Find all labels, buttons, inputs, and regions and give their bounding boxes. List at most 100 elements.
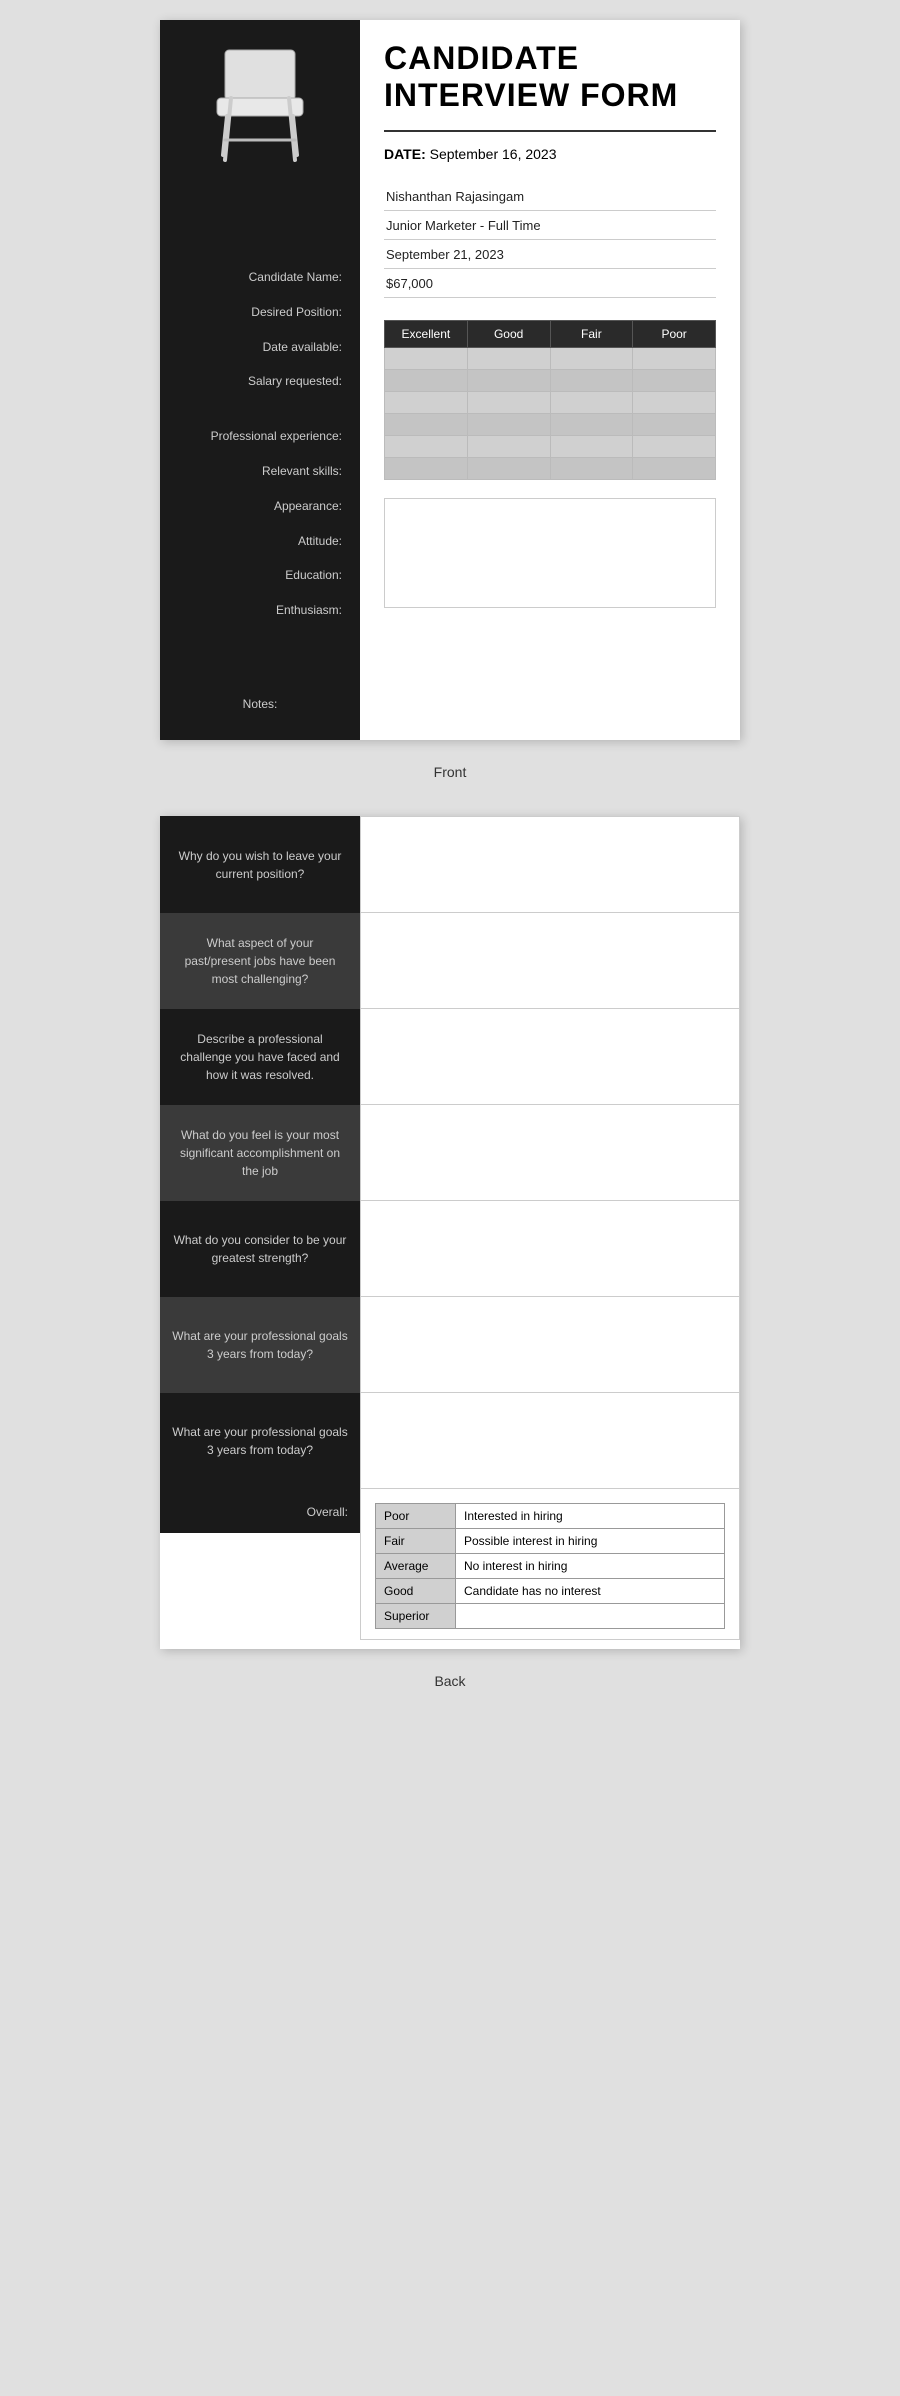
back-card-label: Back xyxy=(434,1665,465,1705)
back-row-q7: What are your professional goals 3 years… xyxy=(160,1393,740,1489)
back-answer-2[interactable] xyxy=(361,1009,739,1099)
back-q-cell-1: What aspect of your past/present jobs ha… xyxy=(160,913,360,1009)
overall-rating-2: Average xyxy=(376,1554,456,1579)
back-row-q2: What aspect of your past/present jobs ha… xyxy=(160,913,740,1009)
date-available-label: Date available: xyxy=(170,330,350,365)
rating-row-2 xyxy=(385,391,716,413)
overall-row-0: Poor Interested in hiring xyxy=(376,1504,725,1529)
title-divider xyxy=(384,130,716,132)
overall-desc-4 xyxy=(456,1604,725,1629)
front-card-label: Front xyxy=(434,756,467,796)
back-a-cell-6[interactable] xyxy=(360,1393,740,1489)
overall-rating-4: Superior xyxy=(376,1604,456,1629)
chair-image xyxy=(195,40,325,170)
back-answer-0[interactable] xyxy=(361,817,739,907)
back-answer-6[interactable] xyxy=(361,1393,739,1483)
rating-label-1: Relevant skills: xyxy=(170,454,350,489)
rating-label-2: Appearance: xyxy=(170,489,350,524)
overall-table: Poor Interested in hiring Fair Possible … xyxy=(375,1503,725,1629)
rating-row-4 xyxy=(385,435,716,457)
field-row-2: September 21, 2023 xyxy=(384,240,716,269)
back-answer-3[interactable] xyxy=(361,1105,739,1195)
overall-row-4: Superior xyxy=(376,1604,725,1629)
rating-label-0: Professional experience: xyxy=(170,419,350,454)
rating-header-0: Excellent xyxy=(385,320,468,347)
back-q-text-2: Describe a professional challenge you ha… xyxy=(172,1030,348,1084)
back-row-q5: What do you consider to be your greatest… xyxy=(160,1201,740,1297)
rating-table: Excellent Good Fair Poor xyxy=(384,320,716,480)
field-value-0: Nishanthan Rajasingam xyxy=(384,186,716,206)
field-row-0: Nishanthan Rajasingam xyxy=(384,182,716,211)
back-q-cell-5: What are your professional goals 3 years… xyxy=(160,1297,360,1393)
back-q-cell-6: What are your professional goals 3 years… xyxy=(160,1393,360,1489)
back-row-overall: Overall: Poor Interested in hiring Fair … xyxy=(160,1489,740,1649)
field-value-3: $67,000 xyxy=(384,273,716,293)
back-q-cell-overall: Overall: xyxy=(160,1489,360,1533)
back-q-cell-3: What do you feel is your most significan… xyxy=(160,1105,360,1201)
overall-label: Overall: xyxy=(172,1503,348,1521)
candidate-name-label: Candidate Name: xyxy=(170,260,350,295)
date-value: September 16, 2023 xyxy=(430,146,557,162)
desired-position-label: Desired Position: xyxy=(170,295,350,330)
rating-row-3 xyxy=(385,413,716,435)
back-q-text-4: What do you consider to be your greatest… xyxy=(172,1231,348,1267)
overall-desc-2: No interest in hiring xyxy=(456,1554,725,1579)
salary-requested-label: Salary requested: xyxy=(170,364,350,399)
notes-box[interactable] xyxy=(384,498,716,608)
back-q-cell-2: Describe a professional challenge you ha… xyxy=(160,1009,360,1105)
back-a-cell-5[interactable] xyxy=(360,1297,740,1393)
back-a-cell-0[interactable] xyxy=(360,816,740,913)
back-q-text-3: What do you feel is your most significan… xyxy=(172,1126,348,1180)
overall-row-1: Fair Possible interest in hiring xyxy=(376,1529,725,1554)
rating-row-1 xyxy=(385,369,716,391)
rating-label-3: Attitude: xyxy=(170,524,350,559)
rating-header-3: Poor xyxy=(633,320,716,347)
back-answer-5[interactable] xyxy=(361,1297,739,1387)
back-q-text-1: What aspect of your past/present jobs ha… xyxy=(172,934,348,988)
overall-desc-0: Interested in hiring xyxy=(456,1504,725,1529)
back-row-q6: What are your professional goals 3 years… xyxy=(160,1297,740,1393)
back-answer-1[interactable] xyxy=(361,913,739,1003)
sidebar-field-labels: Candidate Name: Desired Position: Date a… xyxy=(170,260,350,399)
rating-header-1: Good xyxy=(467,320,550,347)
rating-label-5: Enthusiasm: xyxy=(170,593,350,628)
field-row-1: Junior Marketer - Full Time xyxy=(384,211,716,240)
back-q-text-0: Why do you wish to leave your current po… xyxy=(172,847,348,883)
overall-rating-3: Good xyxy=(376,1579,456,1604)
overall-desc-3: Candidate has no interest xyxy=(456,1579,725,1604)
front-main: CANDIDATE INTERVIEW FORM DATE: September… xyxy=(360,20,740,740)
field-value-2: September 21, 2023 xyxy=(384,244,716,264)
field-row-3: $67,000 xyxy=(384,269,716,298)
back-q-cell-0: Why do you wish to leave your current po… xyxy=(160,816,360,913)
date-line: DATE: September 16, 2023 xyxy=(384,146,716,162)
back-q-cell-4: What do you consider to be your greatest… xyxy=(160,1201,360,1297)
overall-row-3: Good Candidate has no interest xyxy=(376,1579,725,1604)
back-q-text-5: What are your professional goals 3 years… xyxy=(172,1327,348,1363)
field-value-1: Junior Marketer - Full Time xyxy=(384,215,716,235)
overall-table-cell: Poor Interested in hiring Fair Possible … xyxy=(360,1489,740,1640)
back-questions-container: Why do you wish to leave your current po… xyxy=(160,816,740,1649)
front-sidebar: Candidate Name: Desired Position: Date a… xyxy=(160,20,360,740)
overall-desc-1: Possible interest in hiring xyxy=(456,1529,725,1554)
back-a-cell-2[interactable] xyxy=(360,1009,740,1105)
rating-row-0 xyxy=(385,347,716,369)
notes-label: Notes: xyxy=(235,688,286,720)
back-row-q1: Why do you wish to leave your current po… xyxy=(160,816,740,913)
candidate-fields: Nishanthan Rajasingam Junior Marketer - … xyxy=(384,182,716,298)
overall-rating-0: Poor xyxy=(376,1504,456,1529)
back-a-cell-3[interactable] xyxy=(360,1105,740,1201)
overall-row-2: Average No interest in hiring xyxy=(376,1554,725,1579)
back-a-cell-4[interactable] xyxy=(360,1201,740,1297)
back-answer-4[interactable] xyxy=(361,1201,739,1291)
date-label: DATE: xyxy=(384,146,426,162)
form-title: CANDIDATE INTERVIEW FORM xyxy=(384,40,716,114)
rating-label-4: Education: xyxy=(170,558,350,593)
rating-labels: Professional experience: Relevant skills… xyxy=(170,419,350,628)
back-a-cell-1[interactable] xyxy=(360,913,740,1009)
overall-rating-1: Fair xyxy=(376,1529,456,1554)
back-q-text-6: What are your professional goals 3 years… xyxy=(172,1423,348,1459)
rating-row-5 xyxy=(385,457,716,479)
rating-header-2: Fair xyxy=(550,320,633,347)
back-row-q3: Describe a professional challenge you ha… xyxy=(160,1009,740,1105)
back-row-q4: What do you feel is your most significan… xyxy=(160,1105,740,1201)
